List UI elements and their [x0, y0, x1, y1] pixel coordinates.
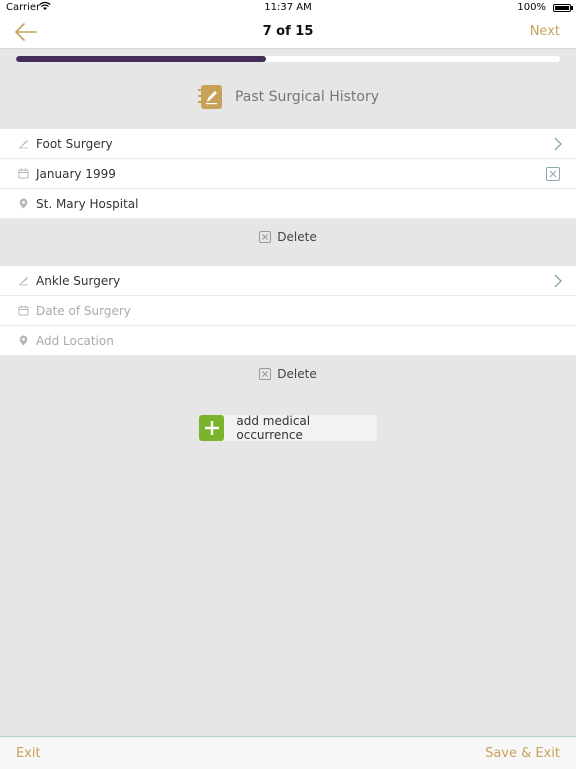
- plus-icon: [199, 415, 225, 441]
- add-medical-occurrence-button[interactable]: add medical occurrence: [199, 414, 377, 442]
- navigation-bar: 7 of 15 Next: [0, 16, 576, 49]
- footer-bar: Exit Save & Exit: [0, 736, 576, 769]
- battery-percentage: 100%: [517, 2, 546, 13]
- location-placeholder: Add Location: [36, 333, 114, 348]
- battery-tip: [571, 6, 573, 10]
- procedure-name: Foot Surgery: [36, 136, 113, 151]
- location-pin-icon: [18, 335, 29, 346]
- date-row[interactable]: January 1999: [0, 159, 576, 189]
- date-value: January 1999: [36, 166, 116, 181]
- delete-button[interactable]: Delete: [0, 222, 576, 252]
- location-row[interactable]: St. Mary Hospital: [0, 189, 576, 219]
- location-value: St. Mary Hospital: [36, 196, 139, 211]
- delete-button[interactable]: Delete: [0, 359, 576, 389]
- progress-bar: [16, 56, 560, 62]
- progress-fill: [16, 56, 267, 62]
- status-bar: Carrier 11:37 AM 100%: [0, 0, 576, 16]
- delete-label: Delete: [277, 230, 317, 244]
- date-row[interactable]: Date of Surgery: [0, 296, 576, 326]
- battery-icon: [553, 4, 571, 12]
- page-counter: 7 of 15: [262, 24, 314, 39]
- clear-date-icon[interactable]: [546, 167, 560, 181]
- next-button[interactable]: Next: [530, 24, 560, 39]
- procedure-row[interactable]: Ankle Surgery: [0, 266, 576, 296]
- scalpel-icon: [18, 138, 29, 149]
- scalpel-icon: [18, 275, 29, 286]
- occurrence-card: Foot Surgery January 1999 St. Mary Hospi…: [0, 129, 576, 219]
- chevron-right-icon[interactable]: [553, 137, 563, 151]
- calendar-icon: [18, 305, 29, 316]
- add-button-label: add medical occurrence: [236, 414, 311, 442]
- location-row[interactable]: Add Location: [0, 326, 576, 356]
- progress-area: Past Surgical History: [0, 49, 576, 129]
- back-arrow-icon[interactable]: [14, 21, 38, 43]
- close-icon: [259, 368, 272, 380]
- procedure-row[interactable]: Foot Surgery: [0, 129, 576, 159]
- calendar-icon: [18, 168, 29, 179]
- chevron-right-icon[interactable]: [553, 274, 563, 288]
- procedure-name: Ankle Surgery: [36, 273, 121, 288]
- exit-button[interactable]: Exit: [16, 746, 41, 761]
- delete-label: Delete: [277, 367, 317, 381]
- close-icon: [259, 231, 272, 243]
- occurrence-card: Ankle Surgery Date of Surgery Add Locati…: [0, 266, 576, 356]
- location-pin-icon: [18, 198, 29, 209]
- section-header: Past Surgical History: [0, 84, 576, 110]
- notepad-icon: [197, 84, 223, 110]
- save-and-exit-button[interactable]: Save & Exit: [485, 746, 560, 761]
- section-title: Past Surgical History: [234, 89, 380, 105]
- clock: 11:37 AM: [264, 2, 312, 13]
- date-placeholder: Date of Surgery: [36, 303, 131, 318]
